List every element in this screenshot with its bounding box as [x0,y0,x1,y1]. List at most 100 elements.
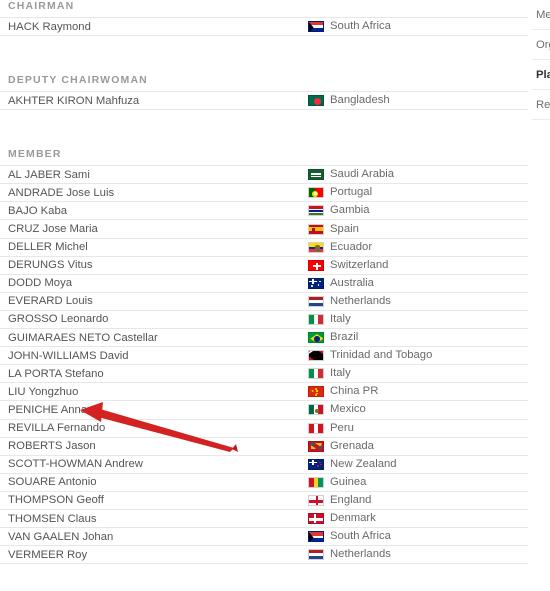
section-rows: HACK Raymond South Africa [0,17,528,37]
section-rows: AKHTER KIRON Mahfuza Bangladesh [0,91,528,111]
member-name: DODD Moya [8,277,73,290]
country-label: Portugal [330,186,373,199]
country-label: Mexico [330,403,366,416]
member-name: HACK Raymond [8,20,91,33]
flag-icon-tt [308,350,324,362]
member-country: Ecuador [308,241,372,254]
member-country: Australia [308,277,374,290]
flag-icon-gd [308,440,324,452]
section-chairman: CHAIRMAN HACK Raymond South Africa [0,0,528,37]
member-country: England [308,494,371,507]
section-member: MEMBER AL JABER Sami Saudi Arabia ANDRADE J… [0,148,528,565]
country-label: Italy [330,312,351,325]
member-name: DELLER Michel [8,241,88,254]
country-label: Guinea [330,475,367,488]
table-row[interactable]: DELLER Michel Ecuador [0,237,528,257]
table-row[interactable]: GUIMARAES NETO Castellar Brazil [0,328,528,348]
side-nav-item-2[interactable]: Pla [532,60,550,90]
flag-icon-it [308,368,324,380]
table-row[interactable]: ROBERTS Jason Grenada [0,436,528,456]
table-row[interactable]: SCOTT-HOWMAN Andrew New Zealand [0,454,528,474]
table-row[interactable]: REVILLA Fernando Peru [0,418,528,438]
member-country: Gambia [308,204,370,217]
flag-icon-ch [308,259,324,271]
side-nav-item-3[interactable]: Ref [532,90,550,120]
table-row[interactable]: SOUARE Antonio Guinea [0,472,528,492]
member-name: EVERARD Louis [8,295,93,308]
country-label: Ecuador [330,240,373,253]
country-label: Grenada [330,439,374,452]
member-name: ANDRADE Jose Luis [8,186,115,199]
committee-page: CHAIRMAN HACK Raymond South Africa DEPUTY C… [0,0,550,591]
country-label: Spain [330,222,359,235]
table-row[interactable]: ANDRADE Jose Luis Portugal [0,183,528,203]
flag-icon-br [308,332,324,344]
flag-icon-za [308,21,324,33]
table-row[interactable]: AKHTER KIRON Mahfuza Bangladesh [0,91,528,111]
flag-icon-nz [308,458,324,470]
side-nav-item-1[interactable]: Org [532,30,550,60]
member-name: JOHN-WILLIAMS David [8,349,129,362]
member-name: SOUARE Antonio [8,476,97,489]
country-label: Brazil [330,331,359,344]
section-deputy-chairwoman: DEPUTY CHAIRWOMAN AKHTER KIRON Mahfuza Ban… [0,74,528,111]
member-country: Italy [308,367,351,380]
member-country: New Zealand [308,458,397,471]
member-name: GROSSO Leonardo [8,313,109,326]
country-label: Peru [330,421,354,434]
member-name: BAJO Kaba [8,204,68,217]
member-country: China PR [308,385,378,398]
country-label: South Africa [330,530,391,543]
table-row[interactable]: LA PORTA Stefano Italy [0,364,528,384]
member-country: South Africa [308,530,391,543]
table-row[interactable]: DODD Moya Australia [0,273,528,293]
side-nav-item-0[interactable]: Me [532,0,550,30]
flag-icon-za [308,531,324,543]
country-label: Saudi Arabia [330,168,395,181]
country-label: Gambia [330,204,370,217]
member-name: LA PORTA Stefano [8,367,104,380]
section-title: DEPUTY CHAIRWOMAN [8,74,148,87]
country-label: Bangladesh [330,94,390,107]
table-row[interactable]: THOMSEN Claus Denmark [0,508,528,529]
member-name: REVILLA Fernando [8,422,106,435]
country-label: South Africa [330,20,391,33]
member-country: Netherlands [308,548,391,561]
table-row[interactable]: GROSSO Leonardo Italy [0,309,528,330]
flag-icon-bd [308,95,324,107]
member-name: THOMPSON Geoff [8,494,104,507]
member-name: ROBERTS Jason [8,440,96,453]
member-country: Switzerland [308,259,388,272]
member-name: AKHTER KIRON Mahfuza [8,94,140,107]
member-country: Peru [308,422,354,435]
country-label: Italy [330,367,351,380]
member-country: Mexico [308,403,366,416]
country-label: Netherlands [330,294,391,307]
flag-icon-au [308,277,324,289]
member-name: AL JABER Sami [8,168,90,181]
country-label: China PR [330,385,379,398]
table-row[interactable]: AL JABER Sami Saudi Arabia [0,165,528,185]
table-row[interactable]: HACK Raymond South Africa [0,17,528,37]
table-row[interactable]: VERMEER Roy Netherlands [0,545,528,565]
member-country: Saudi Arabia [308,168,394,181]
member-country: Denmark [308,512,376,525]
table-row[interactable]: DERUNGS Vitus Switzerland [0,255,528,275]
country-label: Netherlands [330,548,391,561]
table-row[interactable]: BAJO Kaba Gambia [0,201,528,221]
member-name: PENICHE Anna [8,403,88,416]
member-country: Trinidad and Tobago [308,349,432,362]
table-row[interactable]: CRUZ Jose Maria Spain [0,219,528,239]
table-row[interactable]: THOMPSON Geoff England [0,490,528,510]
flag-icon-mx [308,404,324,416]
right-side-nav: MeOrgPlaRef [532,0,550,120]
table-row[interactable]: VAN GAALEN Johan South Africa [0,527,528,547]
table-row[interactable]: JOHN-WILLIAMS David Trinidad and Tobago [0,346,528,366]
table-row[interactable]: EVERARD Louis Netherlands [0,291,528,311]
table-row[interactable]: PENICHE Anna Mexico [0,400,528,420]
country-label: Trinidad and Tobago [330,349,433,362]
table-row[interactable]: LIU Yongzhuo China PR [0,382,528,402]
flag-icon-sa [308,169,324,181]
